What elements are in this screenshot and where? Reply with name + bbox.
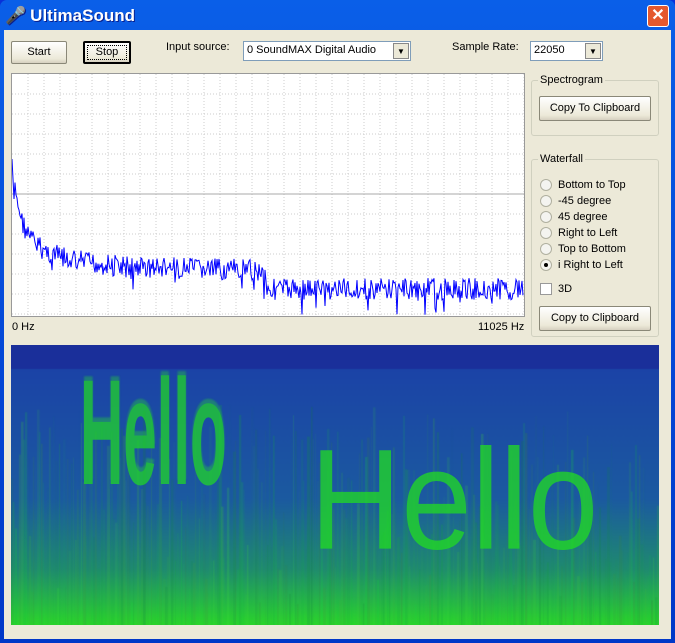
chevron-down-icon[interactable]: ▼ [393,43,409,59]
title-bar: 🎤 UltimaSound [5,5,135,27]
waterfall-group-label: Waterfall [538,153,585,165]
radio-button[interactable] [540,179,552,191]
app-window: 🎤 UltimaSound ✕ Start Stop Input source:… [0,0,675,643]
waterfall-display [11,345,659,625]
waterfall-copy-button[interactable]: Copy to Clipboard [539,306,651,331]
radio-button[interactable] [540,243,552,255]
window-title: UltimaSound [30,6,136,25]
spectrogram-group-label: Spectrogram [538,74,605,86]
input-source-select[interactable]: 0 SoundMAX Digital Audio ▼ [243,41,411,61]
waterfall-option[interactable]: Right to Left [540,227,617,239]
checkbox-3d[interactable]: 3D [540,283,572,295]
x-max-label: 11025 Hz [478,321,525,333]
waterfall-option-label: Bottom to Top [558,179,626,191]
spectrogram-group: Spectrogram Copy To Clipboard [531,74,659,136]
waterfall-option[interactable]: Bottom to Top [540,179,626,191]
input-source-value: 0 SoundMAX Digital Audio [247,44,377,56]
checkbox-3d-label: 3D [558,283,573,295]
checkbox-box[interactable] [540,283,552,295]
waterfall-option-label: -45 degree [558,195,612,207]
waterfall-option[interactable]: i Right to Left [540,259,623,271]
radio-button[interactable] [540,211,552,223]
waterfall-option[interactable]: 45 degree [540,211,608,223]
waterfall-option-label: Right to Left [558,227,618,239]
close-button[interactable]: ✕ [647,5,669,27]
stop-button[interactable]: Stop [83,41,131,64]
spectrum-plot [11,73,525,317]
sample-rate-select[interactable]: 22050 ▼ [530,41,603,61]
waterfall-option-label: 45 degree [558,211,608,223]
radio-button[interactable] [540,227,552,239]
microphone-icon: 🎤 [5,6,27,25]
waterfall-option[interactable]: Top to Bottom [540,243,626,255]
start-button[interactable]: Start [11,41,67,64]
input-source-label: Input source: [166,41,230,53]
waterfall-option[interactable]: -45 degree [540,195,611,207]
chevron-down-icon[interactable]: ▼ [585,43,601,59]
waterfall-group: Waterfall Bottom to Top -45 degree 45 degr… [531,153,659,337]
waterfall-option-label: Top to Bottom [558,243,626,255]
waterfall-option-label: i Right to Left [558,259,623,271]
radio-button[interactable] [540,195,552,207]
sample-rate-label: Sample Rate: [452,41,519,53]
x-min-label: 0 Hz [12,321,35,333]
client-area: Start Stop Input source: 0 SoundMAX Digi… [4,30,671,639]
spectrogram-copy-button[interactable]: Copy To Clipboard [539,96,651,121]
radio-button[interactable] [540,259,552,271]
sample-rate-value: 22050 [534,44,565,56]
